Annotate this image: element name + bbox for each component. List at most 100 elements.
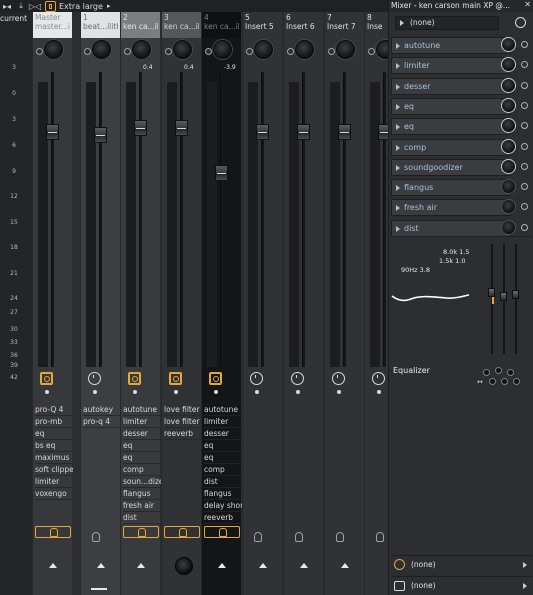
track-effect-slot[interactable]: maximus: [35, 452, 73, 464]
track-effect-slot[interactable]: autotune: [123, 404, 161, 416]
send-enable-icon[interactable]: [295, 532, 303, 542]
track-enable-switch[interactable]: [124, 48, 131, 55]
route-arrow-icon[interactable]: [218, 563, 226, 568]
route-arrow-icon[interactable]: [97, 563, 105, 568]
link-arrows-icon[interactable]: ↔: [477, 378, 483, 386]
volume-fader[interactable]: [94, 127, 107, 143]
track-header[interactable]: 4ken ca...ilith: [202, 12, 241, 38]
track-effect-slot[interactable]: soun...dizer: [123, 476, 161, 488]
track-header[interactable]: 2ken ca...ilith: [121, 12, 160, 38]
eq-fader-low[interactable]: [488, 288, 495, 297]
route-arrow-icon[interactable]: [300, 563, 308, 568]
track-effect-slot[interactable]: pro-q 4: [83, 416, 121, 428]
effect-slot-label[interactable]: flangus: [391, 179, 511, 197]
eq-curve-graph[interactable]: [391, 282, 486, 314]
track-enable-switch[interactable]: [36, 48, 43, 55]
play-bowtie-icon[interactable]: ▷◁: [28, 0, 42, 12]
track-enable-switch[interactable]: [205, 48, 212, 55]
track-effect-slot[interactable]: flangus: [204, 488, 242, 500]
volume-fader[interactable]: [338, 124, 351, 140]
send-enable-icon[interactable]: [35, 526, 71, 538]
effect-slot-5[interactable]: comp: [391, 138, 532, 157]
mixer-track-2[interactable]: 2ken ca...ilith0.4autotunelimiterdessere…: [120, 12, 161, 595]
track-effect-slot[interactable]: soft clipper: [35, 464, 73, 476]
eq-band-knob[interactable]: [483, 369, 490, 376]
effect-slot-label[interactable]: autotune: [391, 37, 511, 54]
send-enable-icon[interactable]: [204, 526, 240, 538]
track-header[interactable]: 5 Insert 5: [243, 12, 282, 38]
mix-knob[interactable]: [501, 179, 516, 195]
route-dot[interactable]: [377, 390, 381, 394]
eq-band-knob[interactable]: [513, 378, 520, 385]
route-dot[interactable]: [174, 390, 178, 394]
pan-knob[interactable]: [295, 40, 314, 59]
effect-slot-3[interactable]: eq: [391, 97, 532, 116]
track-effect-slot[interactable]: eq: [123, 440, 161, 452]
effect-slot-label[interactable]: soundgoodizer: [391, 158, 511, 176]
route-icon[interactable]: [372, 372, 385, 385]
effect-slot-7[interactable]: flangus: [391, 178, 532, 197]
slot-enable-icon[interactable]: [521, 183, 528, 191]
effect-slot-0[interactable]: autotune: [391, 36, 532, 55]
pan-knob[interactable]: [173, 40, 192, 59]
track-effect-slot[interactable]: autotune: [204, 404, 242, 416]
route-dot[interactable]: [93, 390, 97, 394]
send-level-knob[interactable]: [175, 557, 193, 575]
track-effect-slot[interactable]: autokey: [83, 404, 121, 416]
slot-enable-icon[interactable]: [521, 101, 528, 109]
route-arrow-icon[interactable]: [49, 563, 57, 568]
send-enable-icon[interactable]: [336, 532, 344, 542]
eq-band-knob[interactable]: [501, 378, 508, 385]
input-select[interactable]: (none): [411, 579, 529, 593]
mix-knob[interactable]: [501, 97, 516, 113]
track-header[interactable]: 6 Insert 6: [284, 12, 323, 38]
pan-knob[interactable]: [44, 40, 63, 59]
size-dropdown-arrow-icon[interactable]: ▸: [107, 2, 111, 10]
mixer-track-1[interactable]: 1 beat...ilith autokey pro-q 4: [80, 12, 121, 595]
mix-knob[interactable]: [501, 158, 516, 174]
effect-slot-2[interactable]: desser: [391, 77, 532, 96]
track-effect-slot[interactable]: fresh air: [123, 500, 161, 512]
mixer-track-6[interactable]: 6 Insert 6: [283, 12, 323, 595]
track-effect-slot[interactable]: voxengo: [35, 488, 73, 500]
effect-slot-label[interactable]: eq: [391, 97, 511, 115]
track-effect-slot[interactable]: eq: [204, 440, 242, 452]
output-select[interactable]: (none): [411, 558, 529, 572]
slot-enable-icon[interactable]: [521, 223, 528, 231]
volume-fader[interactable]: [175, 120, 188, 136]
send-enable-icon[interactable]: [123, 526, 159, 538]
send-enable-icon[interactable]: [92, 532, 100, 542]
track-effect-slot[interactable]: love filter: [164, 404, 202, 416]
download-icon[interactable]: ⤓: [14, 0, 28, 12]
mix-knob[interactable]: [501, 138, 516, 154]
mixer-track-4[interactable]: 4ken ca...ilith -3.9 autotunelimiterdesser…: [201, 12, 242, 595]
route-dot[interactable]: [45, 390, 49, 394]
power-icon[interactable]: [515, 17, 526, 28]
route-arrow-icon[interactable]: [341, 563, 349, 568]
route-icon[interactable]: [250, 372, 263, 385]
close-icon[interactable]: ✕: [524, 0, 531, 9]
slot-enable-icon[interactable]: [521, 122, 528, 130]
route-dot[interactable]: [296, 390, 300, 394]
route-icon[interactable]: [332, 372, 345, 385]
mix-knob[interactable]: [501, 199, 516, 215]
mix-knob[interactable]: [501, 57, 516, 73]
track-effect-slot[interactable]: eq: [35, 428, 73, 440]
eq-band-knob[interactable]: [489, 378, 496, 385]
mixer-track-7[interactable]: 7 Insert 7: [324, 12, 364, 595]
mixer-track-3[interactable]: 3ken ca...ilith 0.4 love filterlove filter…: [161, 12, 202, 595]
track-effect-slot[interactable]: reeverb: [204, 512, 242, 524]
send-enable-icon[interactable]: [164, 526, 200, 538]
volume-fader[interactable]: [46, 124, 59, 140]
slot-enable-icon[interactable]: [521, 61, 528, 69]
effect-slot-9[interactable]: dist: [391, 219, 532, 238]
track-effect-slot[interactable]: dist: [204, 476, 242, 488]
effect-slot-label[interactable]: limiter: [391, 57, 511, 75]
track-effect-slot[interactable]: desser: [123, 428, 161, 440]
track-effect-slot[interactable]: reeverb: [164, 428, 202, 440]
route-dot[interactable]: [214, 390, 218, 394]
route-icon[interactable]: [209, 372, 222, 385]
volume-fader[interactable]: [134, 120, 147, 136]
track-enable-switch[interactable]: [287, 48, 294, 55]
track-effect-slot[interactable]: pro-Q 4: [35, 404, 73, 416]
